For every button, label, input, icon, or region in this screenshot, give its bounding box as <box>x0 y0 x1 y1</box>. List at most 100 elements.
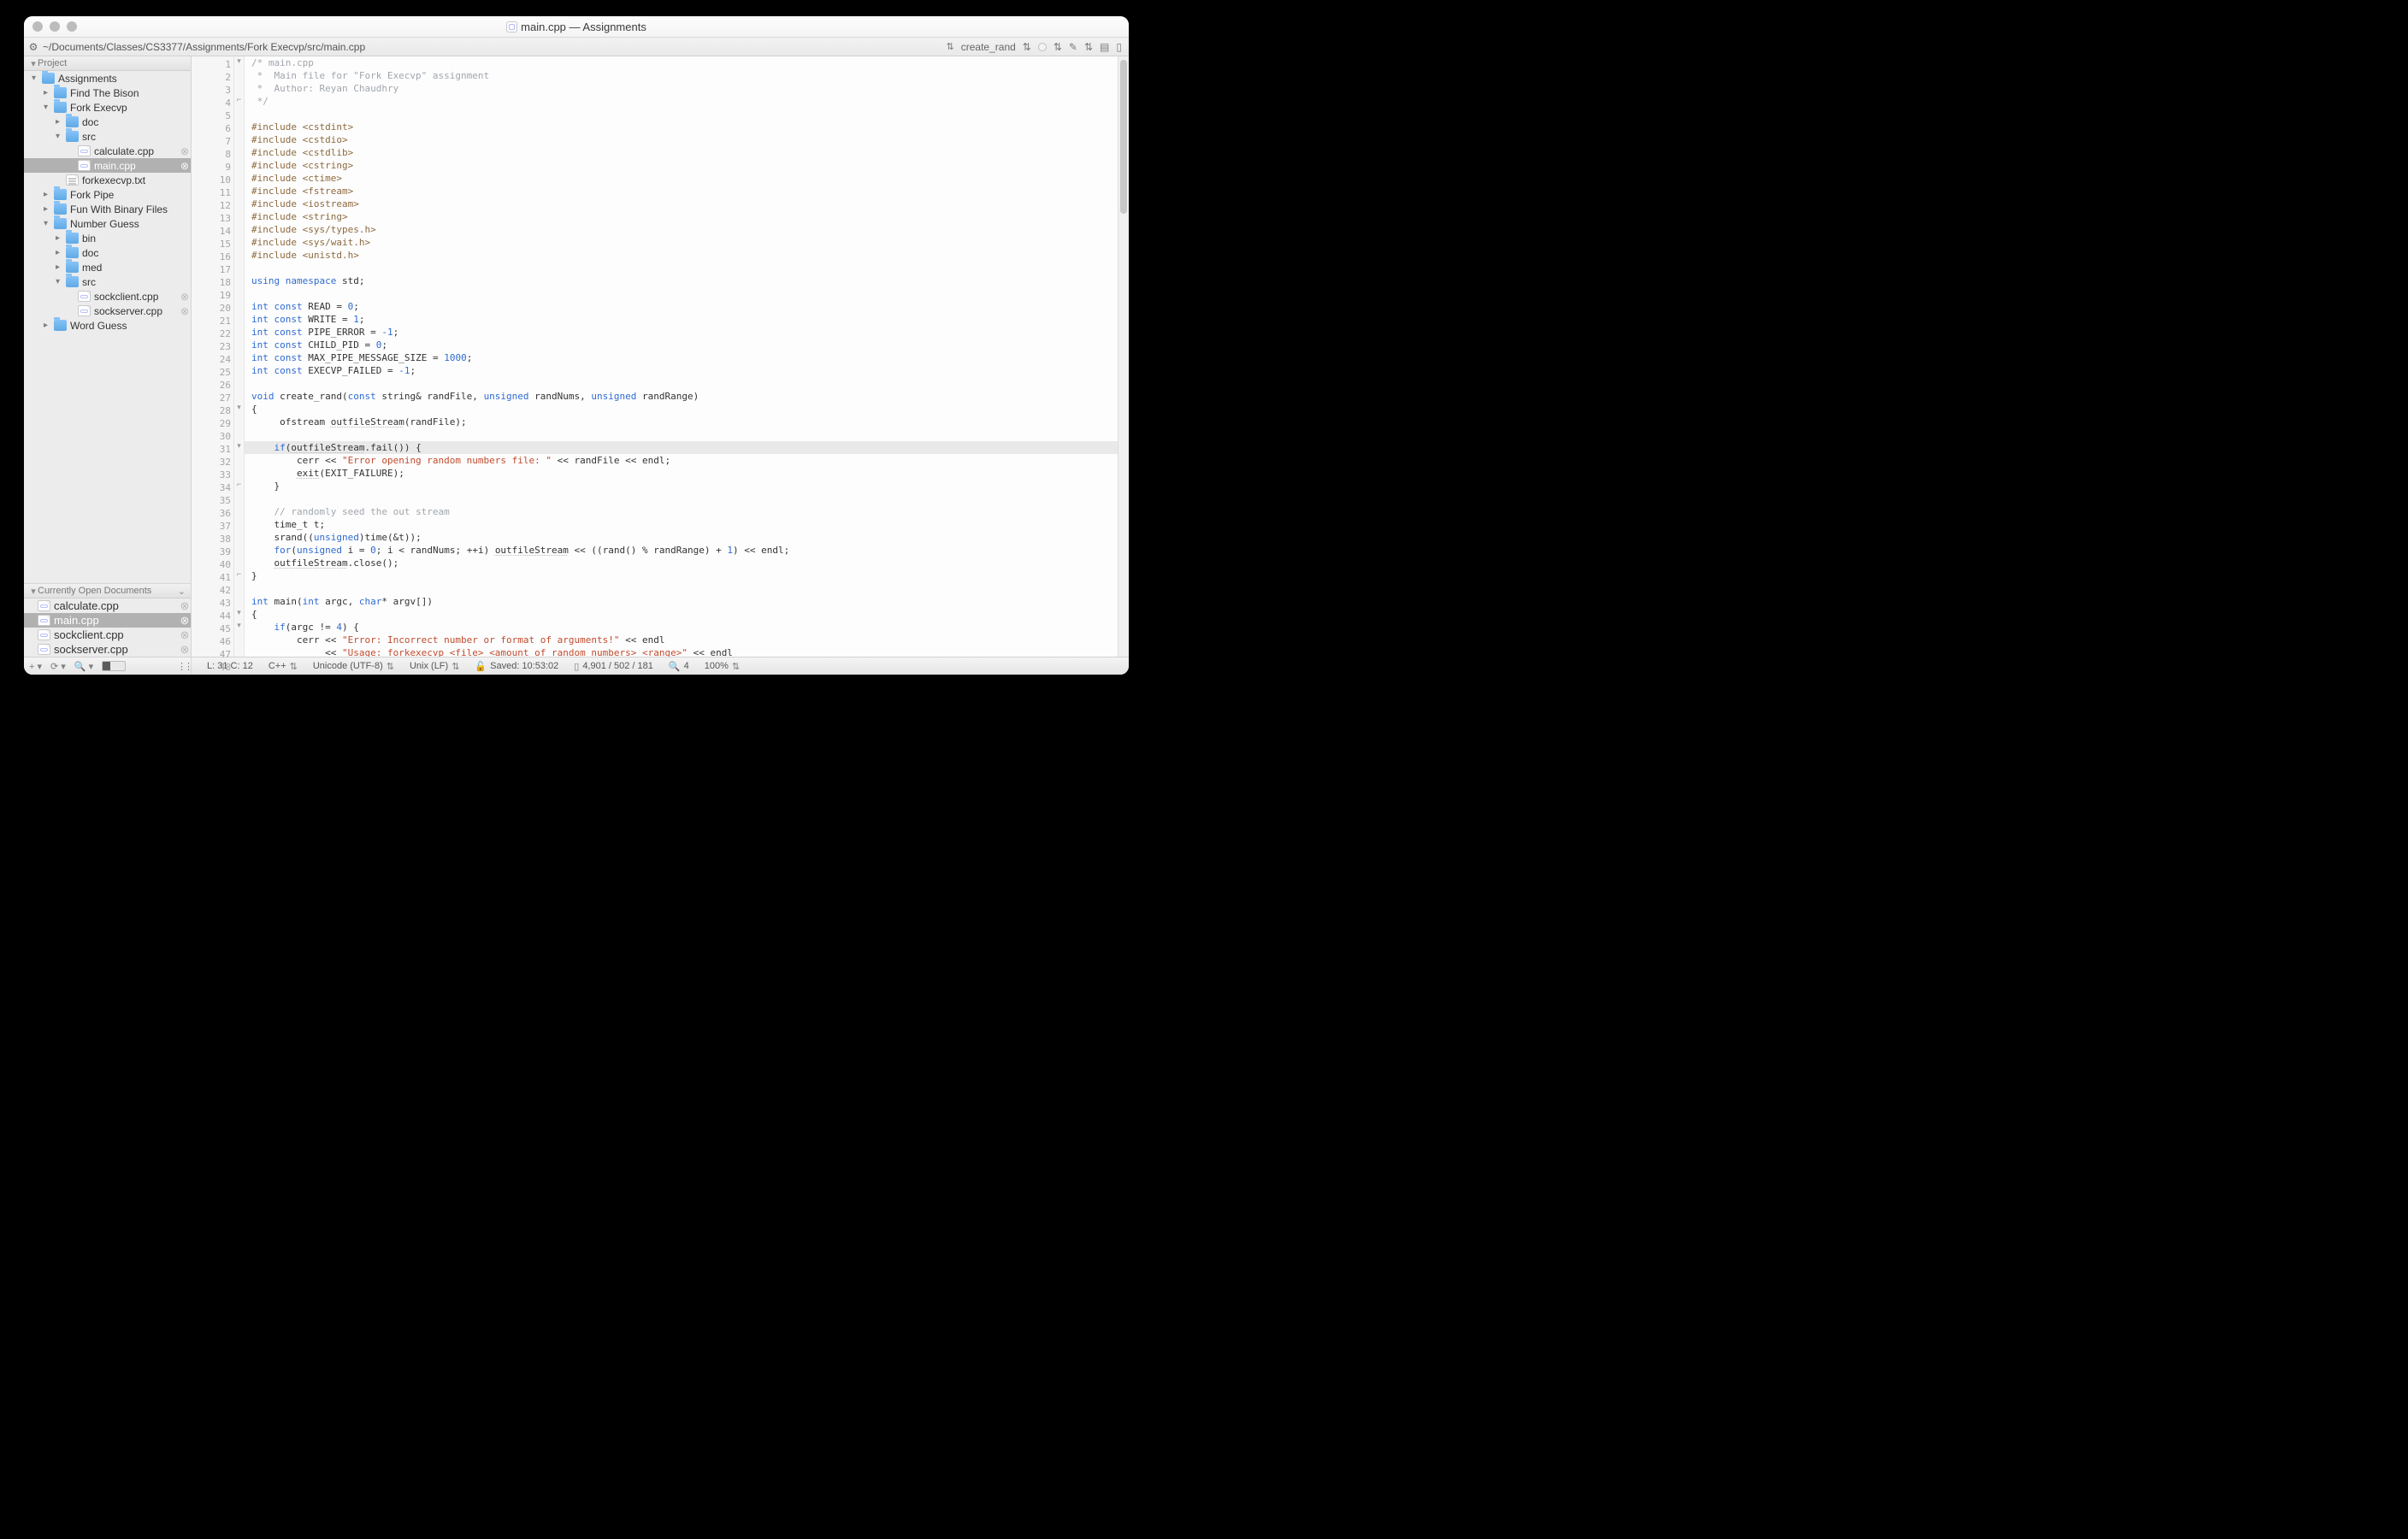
search-icon[interactable]: 🔍 ▾ <box>74 661 93 672</box>
lock-icon[interactable]: 🔓 <box>475 661 487 672</box>
close-icon[interactable]: ⊗ <box>179 145 191 157</box>
chevron-down-icon[interactable]: ⌄ <box>178 586 186 597</box>
code-line[interactable]: #include <ctime> <box>245 172 1118 185</box>
code-line[interactable]: << "Usage: forkexecvp <file> <amount of … <box>245 646 1118 657</box>
disclosure-icon[interactable] <box>53 277 62 286</box>
close-icon[interactable]: ⊗ <box>179 160 191 172</box>
code-line[interactable]: int main(int argc, char* argv[]) <box>245 595 1118 608</box>
code-line[interactable]: int const READ = 0; <box>245 300 1118 313</box>
tree-item[interactable]: Fun With Binary Files <box>24 202 191 216</box>
code-line[interactable]: ofstream outfileStream(randFile); <box>245 416 1118 428</box>
drag-handle-icon[interactable]: ⋮⋮ <box>177 661 191 672</box>
project-pane-header[interactable]: ▾ Project <box>24 56 191 71</box>
zoom-window-icon[interactable] <box>67 21 77 32</box>
search-results-count[interactable]: 🔍4 <box>669 661 689 672</box>
line-endings-selector[interactable]: Unix (LF)⇅ <box>410 661 459 672</box>
tree-item[interactable]: Number Guess <box>24 216 191 231</box>
code-line[interactable]: cerr << "Error: Incorrect number or form… <box>245 634 1118 646</box>
code-line[interactable]: if(outfileStream.fail()) { <box>245 441 1118 454</box>
code-line[interactable]: { <box>245 403 1118 416</box>
open-documents-list[interactable]: calculate.cpp⊗main.cpp⊗sockclient.cpp⊗so… <box>24 598 191 657</box>
open-document-item[interactable]: sockserver.cpp⊗ <box>24 642 191 657</box>
code-line[interactable]: #include <iostream> <box>245 198 1118 210</box>
code-line[interactable]: * Main file for "Fork Execvp" assignment <box>245 69 1118 82</box>
tree-item[interactable]: Fork Pipe <box>24 187 191 202</box>
close-icon[interactable]: ⊗ <box>179 628 191 642</box>
code-line[interactable]: #include <string> <box>245 210 1118 223</box>
code-line[interactable]: int const CHILD_PID = 0; <box>245 339 1118 351</box>
marker-chevrons-icon[interactable]: ⇅ <box>1054 41 1062 53</box>
code-line[interactable]: if(argc != 4) { <box>245 621 1118 634</box>
disclosure-icon[interactable] <box>41 219 50 228</box>
line-number-gutter[interactable]: 1234567891011121314151617181920212223242… <box>192 56 234 657</box>
project-tree[interactable]: AssignmentsFind The BisonFork Execvpdocs… <box>24 71 191 583</box>
close-window-icon[interactable] <box>32 21 43 32</box>
titlebar[interactable]: main.cpp — Assignments <box>24 16 1129 38</box>
tree-item[interactable]: sockclient.cpp⊗ <box>24 289 191 304</box>
code-line[interactable]: srand((unsigned)time(&t)); <box>245 531 1118 544</box>
gear-icon[interactable]: ⚙ <box>24 41 43 53</box>
open-document-item[interactable]: main.cpp⊗ <box>24 613 191 628</box>
split-chevrons-icon[interactable]: ⇅ <box>1084 41 1093 53</box>
code-line[interactable]: } <box>245 569 1118 582</box>
code-line[interactable] <box>245 377 1118 390</box>
code-line[interactable]: time_t t; <box>245 518 1118 531</box>
tree-item[interactable]: Fork Execvp <box>24 100 191 115</box>
disclosure-icon[interactable] <box>41 103 50 112</box>
code-line[interactable]: // randomly seed the out stream <box>245 505 1118 518</box>
pin-icon[interactable]: ✎ <box>1069 41 1077 53</box>
sidebar-mode-icon[interactable] <box>102 661 126 671</box>
disclosure-icon[interactable] <box>41 88 50 97</box>
tree-item[interactable]: src <box>24 274 191 289</box>
tree-item[interactable]: sockserver.cpp⊗ <box>24 304 191 318</box>
document-stats[interactable]: ▯4,901 / 502 / 181 <box>574 661 653 672</box>
code-line[interactable]: #include <sys/types.h> <box>245 223 1118 236</box>
code-line[interactable]: /* main.cpp <box>245 56 1118 69</box>
open-document-item[interactable]: calculate.cpp⊗ <box>24 598 191 613</box>
code-line[interactable]: for(unsigned i = 0; i < randNums; ++i) o… <box>245 544 1118 557</box>
scrollbar-thumb[interactable] <box>1120 60 1127 214</box>
code-line[interactable]: cerr << "Error opening random numbers fi… <box>245 454 1118 467</box>
code-line[interactable]: #include <sys/wait.h> <box>245 236 1118 249</box>
tree-item[interactable]: main.cpp⊗ <box>24 158 191 173</box>
code-line[interactable]: int const MAX_PIPE_MESSAGE_SIZE = 1000; <box>245 351 1118 364</box>
panel-icon[interactable]: ▤ <box>1100 41 1109 53</box>
tree-item[interactable]: src <box>24 129 191 144</box>
marker-nav-icon[interactable] <box>1038 43 1047 51</box>
code-line[interactable] <box>245 582 1118 595</box>
fold-column[interactable]: ▾⌐▾▾⌐⌐▾▾ <box>234 56 245 657</box>
code-line[interactable] <box>245 428 1118 441</box>
language-selector[interactable]: C++⇅ <box>269 661 298 672</box>
tree-item[interactable]: doc <box>24 245 191 260</box>
minimize-window-icon[interactable] <box>50 21 60 32</box>
code-line[interactable]: #include <cstdio> <box>245 133 1118 146</box>
code-line[interactable]: * Author: Reyan Chaudhry <box>245 82 1118 95</box>
tree-item[interactable]: med <box>24 260 191 274</box>
disclosure-icon[interactable] <box>53 262 62 272</box>
close-icon[interactable]: ⊗ <box>179 599 191 613</box>
encoding-selector[interactable]: Unicode (UTF-8)⇅ <box>313 661 394 672</box>
code-line[interactable]: exit(EXIT_FAILURE); <box>245 467 1118 480</box>
close-icon[interactable]: ⊗ <box>179 614 191 628</box>
code-line[interactable] <box>245 492 1118 505</box>
history-icon[interactable]: ⟳ ▾ <box>50 661 66 672</box>
code-area[interactable]: /* main.cpp * Main file for "Fork Execvp… <box>245 56 1118 657</box>
code-line[interactable]: #include <cstring> <box>245 159 1118 172</box>
close-icon[interactable]: ⊗ <box>179 291 191 303</box>
tree-item[interactable]: doc <box>24 115 191 129</box>
vertical-scrollbar[interactable] <box>1118 56 1129 657</box>
symbol-popup[interactable]: create_rand <box>961 41 1016 53</box>
code-line[interactable]: { <box>245 608 1118 621</box>
code-line[interactable]: #include <cstdint> <box>245 121 1118 133</box>
code-line[interactable] <box>245 287 1118 300</box>
symbol-chevrons-icon[interactable]: ⇅ <box>1023 41 1031 53</box>
open-documents-header[interactable]: ▾ Currently Open Documents ⌄ <box>24 584 191 598</box>
tree-item[interactable]: Find The Bison <box>24 86 191 100</box>
chevron-down-icon[interactable]: ▾ <box>29 586 38 597</box>
add-icon[interactable]: + ▾ <box>29 661 42 672</box>
navigation-bar[interactable]: ⚙ ~/Documents/Classes/CS3377/Assignments… <box>24 38 1129 56</box>
code-line[interactable]: using namespace std; <box>245 274 1118 287</box>
disclosure-icon[interactable] <box>41 321 50 330</box>
disclosure-icon[interactable] <box>53 117 62 127</box>
file-switcher-icon[interactable]: ⇅ <box>947 41 954 52</box>
